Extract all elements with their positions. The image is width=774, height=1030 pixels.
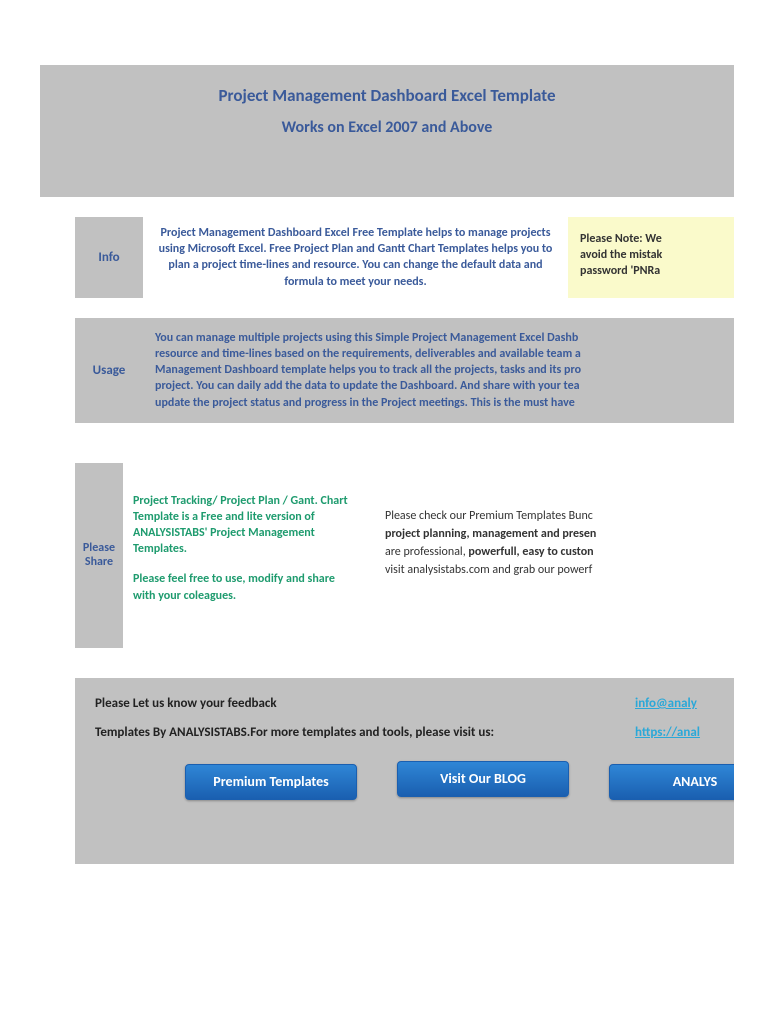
usage-line: project. You can daily add the data to u… bbox=[155, 378, 734, 394]
usage-line: Management Dashboard template helps you … bbox=[155, 362, 734, 378]
premium-templates-button[interactable]: Premium Templates bbox=[185, 764, 357, 800]
share-label: Please Share bbox=[75, 463, 123, 648]
templates-url-link[interactable]: https://anal bbox=[635, 725, 700, 740]
premium-line: project planning, management and presen bbox=[385, 525, 734, 543]
share-paragraph: Please feel free to use, modify and shar… bbox=[133, 571, 355, 603]
usage-line: resource and time-lines based on the req… bbox=[155, 346, 734, 362]
page-title: Project Management Dashboard Excel Templ… bbox=[50, 85, 724, 106]
note-box: Please Note: We avoid the mistak passwor… bbox=[568, 217, 734, 298]
share-left-group: Please Share Project Tracking/ Project P… bbox=[75, 463, 365, 648]
premium-body: Please check our Premium Templates Bunc … bbox=[365, 463, 734, 648]
info-row: Info Project Management Dashboard Excel … bbox=[75, 217, 734, 298]
analysistabs-button[interactable]: ANALYS bbox=[609, 764, 734, 800]
header-block: Project Management Dashboard Excel Templ… bbox=[40, 65, 734, 197]
page-subtitle: Works on Excel 2007 and Above bbox=[50, 118, 724, 137]
feedback-label: Please Let us know your feedback bbox=[95, 696, 635, 711]
premium-line: Please check our Premium Templates Bunc bbox=[385, 507, 734, 525]
usage-line: You can manage multiple projects using t… bbox=[155, 330, 734, 346]
info-label: Info bbox=[75, 217, 143, 298]
feedback-email-link[interactable]: info@analy bbox=[635, 696, 697, 711]
share-paragraph: Project Tracking/ Project Plan / Gant. C… bbox=[133, 493, 355, 558]
premium-line: are professional, powerfull, easy to cus… bbox=[385, 543, 734, 561]
note-line: Please Note: We bbox=[580, 231, 730, 247]
feedback-line: Please Let us know your feedback info@an… bbox=[95, 696, 734, 711]
document-page: Project Management Dashboard Excel Templ… bbox=[0, 0, 774, 879]
usage-label: Usage bbox=[75, 318, 143, 423]
usage-row: Usage You can manage multiple projects u… bbox=[75, 318, 734, 423]
footer-block: Please Let us know your feedback info@an… bbox=[75, 678, 734, 864]
share-body: Project Tracking/ Project Plan / Gant. C… bbox=[123, 463, 365, 648]
usage-line: update the project status and progress i… bbox=[155, 395, 734, 411]
templates-label: Templates By ANALYSISTABS.For more templ… bbox=[95, 725, 635, 740]
note-line: password 'PNRa bbox=[580, 263, 730, 279]
templates-line: Templates By ANALYSISTABS.For more templ… bbox=[95, 725, 734, 740]
visit-blog-button[interactable]: Visit Our BLOG bbox=[397, 761, 569, 797]
share-row: Please Share Project Tracking/ Project P… bbox=[75, 463, 734, 648]
premium-line: visit analysistabs.com and grab our powe… bbox=[385, 561, 734, 579]
info-body: Project Management Dashboard Excel Free … bbox=[143, 217, 568, 298]
buttons-row: Premium Templates Visit Our BLOG ANALYS bbox=[75, 764, 734, 800]
usage-body: You can manage multiple projects using t… bbox=[143, 318, 734, 423]
note-line: avoid the mistak bbox=[580, 247, 730, 263]
